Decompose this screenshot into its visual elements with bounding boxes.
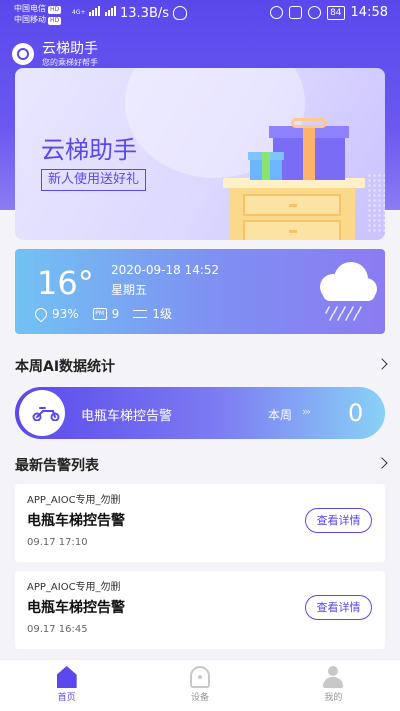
small-gift-ribbon: [262, 152, 270, 180]
gift-ribbon: [303, 126, 315, 180]
vibrate-icon: [289, 6, 303, 19]
ai-stats-chevron-right-icon[interactable]: [376, 358, 388, 370]
gift-bow: [291, 118, 327, 128]
temperature: 16°: [37, 264, 94, 302]
carrier-1: 中国电信: [14, 4, 46, 13]
battery-icon: 84: [327, 5, 345, 20]
nav-label: 设备: [190, 693, 209, 703]
status-bar: 中国电信 HD 中国移动 HD 4G+ 13.3B/s 84 14:58: [0, 0, 400, 30]
bottom-navigation: 首页 设备 我的: [0, 659, 400, 711]
weather-details: 93% PM 9 1级: [32, 305, 172, 322]
hd-badge: HD: [48, 17, 62, 25]
mute-icon: [308, 6, 322, 19]
alert-list-chevron-right-icon[interactable]: [376, 457, 388, 469]
carrier-info: 中国电信 HD 中国移动 HD: [14, 3, 62, 25]
app-subtitle: 您的乘梯好帮手: [42, 58, 98, 67]
banner-title: 云梯助手: [41, 136, 137, 164]
rain-cloud-icon: [320, 262, 377, 321]
weather-datetime: 2020-09-18 14:52: [111, 263, 220, 277]
alert-list-heading: 最新告警列表: [15, 458, 99, 474]
nav-label: 我的: [324, 693, 343, 703]
alert-title: 电瓶车梯控告警: [27, 513, 125, 529]
alert-item[interactable]: APP_AIOC专用_勿删 电瓶车梯控告警 09.17 17:10 查看详情: [15, 484, 385, 562]
view-details-button[interactable]: 查看详情: [305, 508, 372, 533]
alert-time: 09.17 17:10: [27, 537, 88, 548]
drawer: [243, 220, 341, 240]
pm-value: 9: [111, 306, 120, 321]
arrows-icon: ›››: [302, 405, 311, 418]
nav-item-device[interactable]: 设备: [133, 660, 266, 711]
view-details-button[interactable]: 查看详情: [305, 595, 372, 620]
profile-icon: [323, 666, 344, 688]
ai-stats-heading: 本周AI数据统计: [15, 359, 116, 375]
weather-weekday: 星期五: [111, 283, 148, 297]
stat-period: 本周: [268, 408, 293, 422]
stat-count: 0: [348, 399, 364, 427]
hd-badge: HD: [48, 6, 62, 14]
wind-value: 1级: [152, 307, 172, 321]
weather-card[interactable]: 16° 2020-09-18 14:52 星期五 93% PM 9 1级: [15, 249, 385, 334]
promo-banner[interactable]: 云梯助手 新人使用送好礼: [15, 68, 385, 240]
scooter-icon: [32, 407, 60, 421]
scooter-icon-circle: [19, 390, 65, 436]
network-type: 4G+: [72, 9, 86, 16]
ai-stat-card[interactable]: 电瓶车梯控告警 本周 ››› 0: [15, 387, 385, 439]
pm-icon: PM: [92, 307, 107, 320]
signal-icon: 4G+: [72, 6, 116, 16]
app-bar: 云梯助手 您的乘梯好帮手: [12, 40, 98, 68]
banner-pixel-pattern: [367, 173, 385, 233]
device-icon: [189, 666, 210, 688]
alert-time: 09.17 16:45: [27, 624, 88, 635]
network-speed: 13.3B/s: [120, 6, 170, 21]
wind-icon: [133, 309, 148, 318]
home-icon: [56, 666, 77, 688]
drawer: [243, 194, 341, 216]
banner-tag: 新人使用送好礼: [41, 169, 147, 191]
alert-item[interactable]: APP_AIOC专用_勿删 电瓶车梯控告警 09.17 16:45 查看详情: [15, 571, 385, 649]
app-logo-icon: [12, 43, 34, 65]
nav-item-profile[interactable]: 我的: [267, 660, 400, 711]
alert-title: 电瓶车梯控告警: [27, 600, 125, 616]
humidity-icon: [32, 305, 50, 322]
clock: 14:58: [350, 5, 388, 20]
carrier-2: 中国移动: [14, 15, 46, 24]
humidity-value: 93%: [52, 306, 79, 321]
alert-source: APP_AIOC专用_勿删: [27, 495, 121, 506]
nav-label: 首页: [57, 693, 76, 703]
alert-source: APP_AIOC专用_勿删: [27, 582, 121, 593]
nav-item-home[interactable]: 首页: [0, 660, 133, 711]
alarm-icon: [270, 6, 284, 19]
app-title: 云梯助手: [42, 41, 98, 57]
stat-label: 电瓶车梯控告警: [81, 409, 173, 424]
notification-icon: [173, 6, 187, 20]
